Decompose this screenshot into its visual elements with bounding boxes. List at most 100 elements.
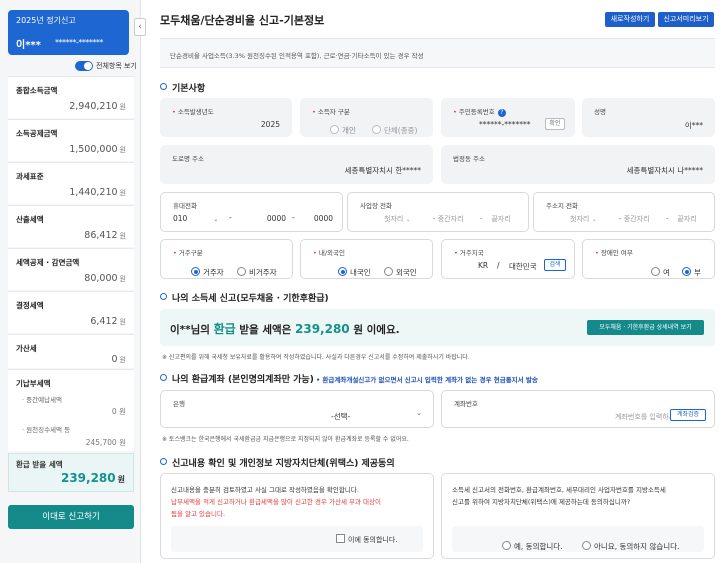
summary-value: 2,940,210 원	[69, 101, 126, 112]
submit-button[interactable]: 이대로 신고하기	[8, 505, 134, 529]
chevron-down-icon: ⌄	[416, 409, 422, 417]
summary-value: 86,412 원	[84, 230, 126, 241]
field-label: • 소득발생년도	[172, 108, 214, 116]
legal-address-field: 법정동 주소 세종특별자치시 나*****	[441, 145, 715, 184]
account-number-field: 계좌번호 계좌번호를 입력하세요 계좌검증	[441, 390, 715, 428]
field-label: • 소득자 구분	[312, 108, 350, 116]
sidebar: 2025년 정기신고 이*** ******-******* 전체항목 보기 종…	[0, 0, 141, 563]
field-label: • 내/외국인	[313, 249, 345, 257]
field-label: 도로명 주소	[172, 155, 204, 163]
country-field: • 거주지국 KR / 대한민국 검색	[441, 239, 575, 279]
radio-consent-yes[interactable]: 예, 동의합니다.	[502, 534, 563, 553]
business-phone-field: 사업장 전화 첫자리 ⌄ - 중간자리 - 끝자리	[347, 192, 529, 232]
field-label: 계좌번호	[454, 400, 478, 408]
section-account: 나의 환급계좌 (본인명의계좌만 가능)	[160, 372, 314, 385]
field-value: 세종특별자치시 한*****	[344, 166, 421, 175]
consent-provide-box: 소득세 신고서의 전화번호, 환급계좌번호, 세무대리인 사업자번호를 지방소득…	[441, 473, 715, 559]
refund-banner: 이**님의 환급 받을 세액은 239,280 원 이에요. 모두채움 · 기한…	[160, 309, 715, 346]
field-label: 휴대전화	[173, 202, 197, 210]
nationality-field: • 내/외국인 내국인 외국인	[300, 239, 433, 279]
section-basic: 기본사항	[160, 81, 205, 94]
user-rrn: ******-*******	[55, 38, 103, 47]
radio-nonresident[interactable]: 비거주자	[237, 260, 277, 279]
income-year-field[interactable]: • 소득발생년도 2025	[160, 98, 292, 137]
refund-message: 이**님의 환급 받을 세액은 239,280 원 이에요.	[170, 322, 400, 336]
consent-text: 신고를 위하여 지방자치단체(위택스)에 제공하는데 동의하십니까?	[452, 498, 631, 506]
summary-label: 산출세액	[16, 215, 44, 224]
field-label: • 주민등록번호?	[453, 106, 506, 117]
consent-warning: 됨을 알고 있습니다.	[171, 510, 226, 518]
summary-value: 0원	[111, 354, 127, 365]
consent-confirm-box: 신고내용을 충분히 검토하였고 사실 그대로 작성하였음을 확인합니다. 납부세…	[160, 473, 434, 559]
radio-group[interactable]: 단체(종중)	[372, 118, 417, 137]
sub-value: 245,700 원	[85, 438, 126, 447]
biz-phone-last-input[interactable]: - 끝자리	[480, 214, 511, 224]
mobile-middle-input[interactable]: 0000	[246, 214, 286, 223]
consent-text: 소득세 신고서의 전화번호, 환급계좌번호, 세무대리인 사업자번호를 지방소득…	[452, 486, 666, 494]
radio-consent-no[interactable]: 아니요, 동의하지 않습니다.	[582, 534, 679, 553]
summary-item-deduction: 소득공제금액 1,500,000 원	[8, 119, 134, 161]
account-section-note: • 환급계좌개설신고가 없으면서 신고시 입력한 계좌가 없는 경우 현금통지서…	[316, 376, 538, 384]
summary-item-penalty: 가산세 0원	[8, 334, 134, 368]
rrn-field: • 주민등록번호? ******-******* 확인	[441, 98, 575, 137]
mobile-prefix-select[interactable]: 010 ⌄	[173, 214, 218, 223]
preview-button[interactable]: 신고서미리보기	[658, 12, 714, 27]
biz-phone-mid-input[interactable]: - 중간자리	[433, 214, 464, 224]
summary-label: 소득공제금액	[16, 129, 58, 138]
separator: -	[229, 213, 232, 222]
summary-value: 6,412 원	[90, 316, 126, 327]
field-label: 법정동 주소	[453, 155, 485, 163]
residence-field: • 거주구분 거주자 비거주자	[160, 239, 293, 279]
mobile-last-input[interactable]: 0000	[301, 214, 333, 223]
help-icon[interactable]: ?	[497, 109, 506, 117]
biz-phone-first-input[interactable]: 첫자리 ⌄	[384, 214, 411, 224]
bank-selected-value: -선택-	[331, 412, 351, 421]
radio-foreigner[interactable]: 외국인	[384, 260, 417, 279]
summary-item-prepaid: 기납부세액 · 중간예납세액 0 원 · 원천징수세액 등 245,700 원	[8, 369, 134, 451]
agree-checkbox[interactable]: 이에 동의합니다.	[336, 534, 398, 545]
person-type-field: • 소득자 구분 개인 단체(종중)	[300, 98, 433, 137]
home-phone-last-input[interactable]: - 끝자리	[666, 214, 697, 224]
separator: /	[497, 261, 500, 270]
home-phone-mid-input[interactable]: - 중간자리	[619, 214, 650, 224]
radio-resident[interactable]: 거주자	[191, 260, 224, 279]
notice-text: 단순경비율 사업소득(3.3% 원천징수된 인적용역 포함), 근로·연금·기타…	[170, 52, 424, 60]
name-field: 성명 이***	[582, 98, 715, 137]
account-note: ※ 토스뱅크는 한국은행에서 국세환급금 지급은행으로 지정되지 않아 환급계좌…	[162, 436, 409, 443]
radio-korean[interactable]: 내국인	[338, 260, 371, 279]
country-search-button[interactable]: 검색	[544, 259, 566, 271]
summary-label: 세액공제 · 감면금액	[16, 258, 80, 267]
summary-label: 기납부세액	[16, 379, 51, 388]
summary-value: 1,500,000 원	[69, 144, 126, 155]
refund-detail-button[interactable]: 모두채움 · 기한후환급 상세내역 보기	[587, 320, 704, 335]
show-all-label: 전체항목 보기	[96, 62, 137, 70]
summary-item-credits: 세액공제 · 감면금액 80,000 원	[8, 248, 134, 290]
field-label: 성명	[594, 108, 606, 116]
separator: -	[292, 213, 295, 222]
field-label: 주소지 전화	[546, 202, 578, 210]
summary-item-tax-base: 과세표준 1,440,210 원	[8, 162, 134, 204]
summary-label: 가산세	[16, 344, 37, 353]
bank-select[interactable]: 은행 -선택- ⌄	[160, 390, 434, 428]
new-write-button[interactable]: 새로작성하기	[605, 12, 655, 27]
section-refund: 나의 소득세 신고(모두채움 · 기한후환급)	[160, 291, 329, 304]
radio-disabled-yes[interactable]: 여	[651, 260, 670, 279]
show-all-toggle[interactable]	[75, 61, 93, 71]
radio-disabled-no[interactable]: 부	[682, 260, 701, 279]
home-phone-first-input[interactable]: 첫자리 ⌄	[570, 214, 597, 224]
summary-label: 결정세액	[16, 301, 44, 310]
refund-value: 239,280 원	[60, 471, 125, 485]
summary-value: 1,440,210 원	[69, 187, 126, 198]
radio-individual[interactable]: 개인	[330, 118, 356, 137]
account-verify-button[interactable]: 계좌검증	[670, 409, 706, 421]
field-value: 세종특별자치시 나*****	[626, 166, 703, 175]
collapse-sidebar-button[interactable]: ‹	[134, 18, 146, 36]
user-name: 이***	[16, 40, 41, 51]
summary-item-determined-tax: 결정세액 6,412 원	[8, 291, 134, 333]
disabled-field: • 장애인 여부 여 부	[582, 239, 715, 279]
mobile-phone-field: 휴대전화 010 ⌄ - 0000 - 0000	[160, 192, 343, 232]
rrn-confirm-button[interactable]: 확인	[545, 118, 565, 130]
field-value: 2025	[260, 120, 280, 129]
filing-title: 2025년 정기신고	[16, 16, 76, 25]
notice-box: 단순경비율 사업소득(3.3% 원천징수된 인적용역 포함), 근로·연금·기타…	[160, 38, 715, 68]
